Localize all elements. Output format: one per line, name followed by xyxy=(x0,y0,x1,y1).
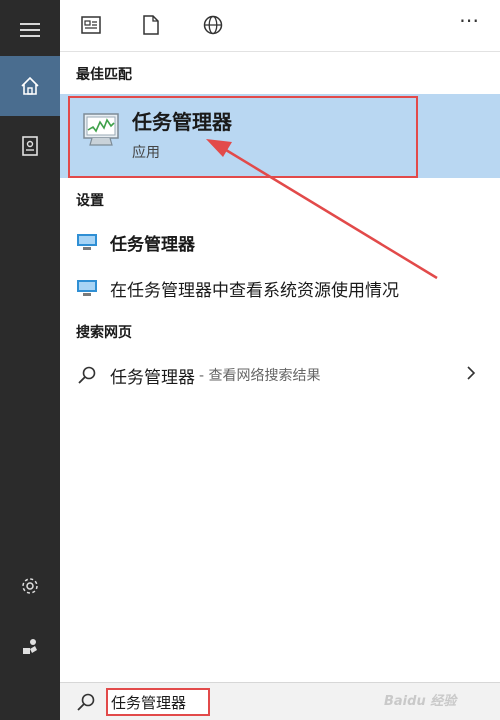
search-icon xyxy=(77,693,95,711)
best-match-result[interactable]: 任务管理器 应用 xyxy=(60,94,500,178)
notebook-icon xyxy=(22,136,38,156)
feedback-button[interactable] xyxy=(0,616,60,676)
more-options-button[interactable]: ⋯ xyxy=(459,8,480,32)
settings-button[interactable] xyxy=(0,556,60,616)
search-results-panel: 最佳匹配 任务管理器 应用 设置 任务管理器 在任务管理器中查看系统资源使用情况… xyxy=(60,52,500,682)
baidu-watermark: Baidu 经验 xyxy=(384,694,457,709)
menu-icon xyxy=(20,23,40,37)
best-match-title: 任务管理器 xyxy=(132,110,232,134)
web-search-header: 搜索网页 xyxy=(76,325,132,341)
best-match-header: 最佳匹配 xyxy=(76,67,132,83)
documents-filter-button[interactable] xyxy=(136,10,166,40)
settings-result-2[interactable]: 在任务管理器中查看系统资源使用情况 xyxy=(60,268,500,308)
menu-button[interactable] xyxy=(0,0,60,60)
settings-icon xyxy=(22,578,38,594)
web-filter-button[interactable] xyxy=(198,10,228,40)
search-icon xyxy=(78,366,96,384)
settings-monitor-icon xyxy=(77,234,97,250)
filter-toolbar: ⋯ xyxy=(60,0,500,52)
globe-icon xyxy=(203,15,223,35)
web-search-result[interactable]: 任务管理器 - 查看网络搜索结果 xyxy=(60,355,500,395)
chevron-right-icon[interactable] xyxy=(466,365,476,381)
settings-result-1-label: 任务管理器 xyxy=(110,234,195,255)
notebook-button[interactable] xyxy=(0,116,60,176)
feedback-icon xyxy=(23,639,37,654)
document-icon xyxy=(143,15,159,35)
settings-monitor-icon xyxy=(77,280,97,296)
task-manager-icon xyxy=(83,113,119,146)
home-button[interactable] xyxy=(0,56,60,116)
settings-header: 设置 xyxy=(76,193,104,209)
settings-result-2-label: 在任务管理器中查看系统资源使用情况 xyxy=(110,280,399,301)
home-icon xyxy=(21,76,39,95)
search-input[interactable] xyxy=(106,688,210,716)
settings-result-1[interactable]: 任务管理器 xyxy=(60,222,500,262)
apps-filter-button[interactable] xyxy=(76,10,106,40)
web-search-label: 任务管理器 xyxy=(110,367,195,388)
left-rail xyxy=(0,0,60,720)
apps-icon xyxy=(81,16,101,34)
best-match-subtitle: 应用 xyxy=(132,145,160,161)
web-search-hint: - 查看网络搜索结果 xyxy=(199,368,321,384)
